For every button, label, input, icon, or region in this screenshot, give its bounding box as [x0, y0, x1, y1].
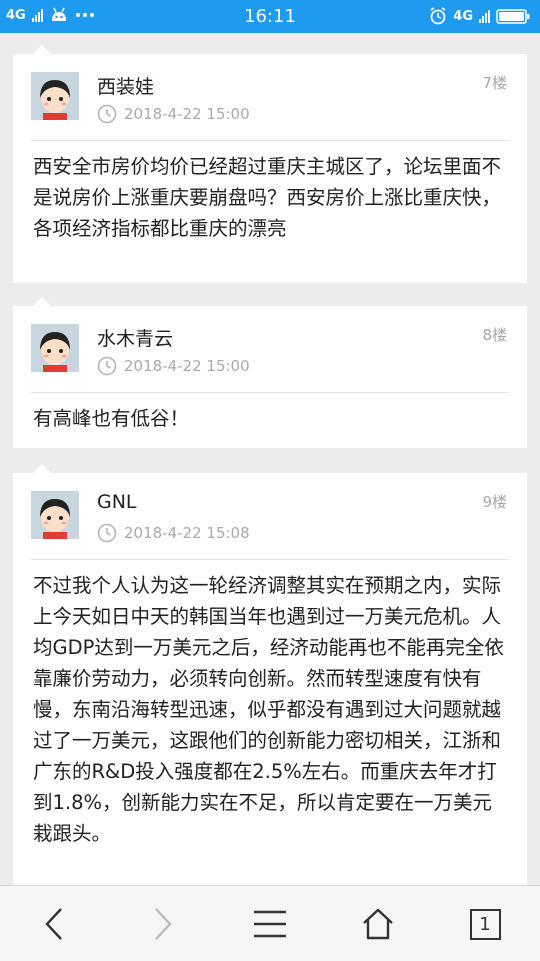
clock-icon	[97, 523, 117, 543]
status-bar: 4G 16:11 4G	[0, 0, 540, 33]
reply-card: 水木青云 8楼 2018-4-22 15:00 有高峰也有低谷！	[13, 297, 527, 448]
forward-button[interactable]	[143, 904, 183, 944]
bottom-nav: 1	[0, 885, 540, 961]
post-content: 不过我个人认为这一轮经济调整其实在预期之内，实际上今天如日中天的韩国当年也遇到过…	[33, 574, 504, 845]
avatar-icon[interactable]	[31, 324, 79, 372]
home-icon	[363, 908, 393, 940]
divider	[31, 559, 509, 560]
avatar-icon[interactable]	[31, 72, 79, 120]
chevron-left-icon	[45, 908, 62, 940]
back-button[interactable]	[34, 904, 74, 944]
status-right: 4G	[429, 7, 530, 25]
signal-bars-right-icon	[479, 9, 490, 23]
menu-button[interactable]	[250, 904, 290, 944]
reply-card: GNL 9楼 2018-4-22 15:08 不过我个人认为这一轮经济调整其实在…	[13, 464, 527, 885]
post-time-row: 2018-4-22 15:00	[97, 356, 250, 376]
hamburger-menu-icon	[254, 910, 286, 938]
author-name[interactable]: GNL	[97, 491, 137, 513]
tabs-button[interactable]: 1	[465, 904, 505, 944]
post-time: 2018-4-22 15:08	[124, 524, 250, 542]
author-name[interactable]: 水木青云	[97, 324, 173, 351]
post-content: 西安全市房价均价已经超过重庆主城区了，论坛里面不是说房价上涨重庆要崩盘吗？西安房…	[33, 155, 502, 240]
reply-feed[interactable]: 西装娃 7楼 2018-4-22 15:00 西安全市房价均价已经超过重庆主城区…	[0, 33, 540, 885]
battery-icon	[496, 8, 530, 24]
floor-number: 8楼	[482, 326, 507, 344]
home-button[interactable]	[358, 904, 398, 944]
divider	[31, 140, 509, 141]
tab-count-box: 1	[469, 908, 501, 940]
divider	[31, 392, 509, 393]
network-type-right: 4G	[453, 8, 473, 24]
post-time: 2018-4-22 15:00	[124, 105, 250, 123]
reply-card: 西装娃 7楼 2018-4-22 15:00 西安全市房价均价已经超过重庆主城区…	[13, 45, 527, 283]
alarm-icon	[430, 7, 446, 25]
post-time-row: 2018-4-22 15:08	[97, 523, 250, 543]
avatar-icon[interactable]	[31, 491, 79, 539]
floor-number: 7楼	[482, 74, 507, 92]
clock-icon	[97, 356, 117, 376]
author-name[interactable]: 西装娃	[97, 72, 154, 99]
floor-number: 9楼	[482, 493, 507, 511]
clock-icon	[97, 104, 117, 124]
post-time-row: 2018-4-22 15:00	[97, 104, 250, 124]
post-content: 有高峰也有低谷！	[33, 407, 190, 430]
chevron-right-icon	[155, 908, 172, 940]
tab-count: 1	[479, 913, 491, 935]
post-time: 2018-4-22 15:00	[124, 357, 250, 375]
